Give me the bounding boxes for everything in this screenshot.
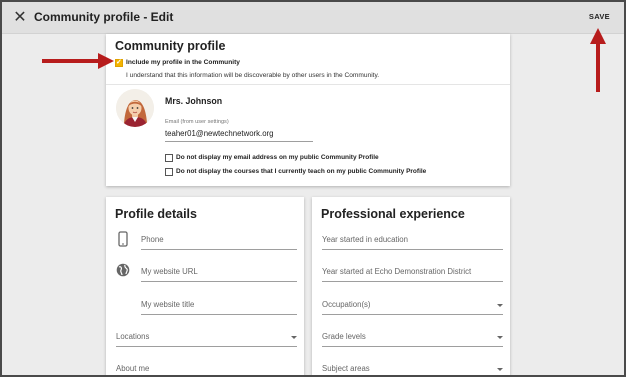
annotation-overlay	[42, 28, 606, 92]
annotation-arrow-include	[42, 53, 114, 69]
annotation-arrow-save	[590, 28, 606, 92]
app-frame: ✕ Community profile - Edit SAVE Communit…	[2, 2, 624, 375]
